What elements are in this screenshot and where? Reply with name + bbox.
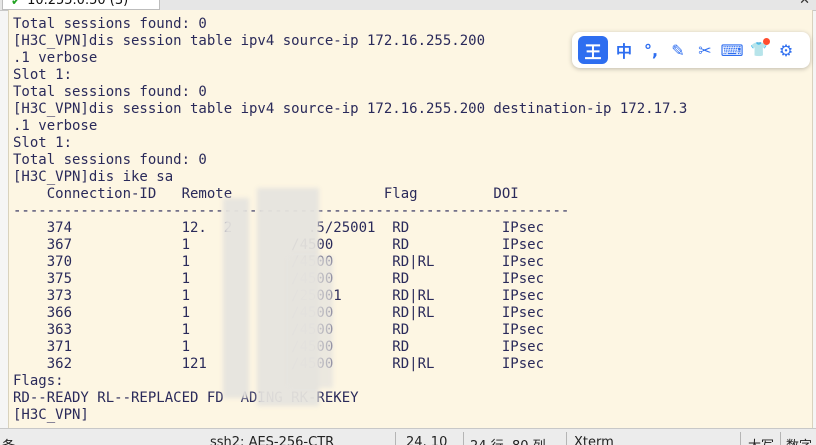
terminal-line: [H3C_VPN]dis ike sa <box>13 169 174 185</box>
session-tab-title: 10.255.0.50 (3) <box>27 0 129 8</box>
skin-icon[interactable]: 👕 <box>748 38 770 62</box>
session-tab[interactable]: ✔ 10.255.0.50 (3) <box>2 0 160 10</box>
close-icon[interactable]: ✕ <box>799 0 810 8</box>
terminal-output[interactable]: Total sessions found: 0 [H3C_VPN]dis ses… <box>8 10 813 428</box>
redaction-blur <box>223 198 249 398</box>
terminal-line: .1 verbose <box>13 50 98 66</box>
chinese-mode-button[interactable]: 中 <box>613 38 635 62</box>
terminal-line: Flags: <box>13 373 64 389</box>
ime-toolbar: 王 中 °, ✎ ✂ ⌨ 👕 ⚙ <box>572 32 810 68</box>
status-divider <box>566 432 567 445</box>
terminal-line: .1 verbose <box>13 118 98 134</box>
gear-icon[interactable]: ⚙ <box>775 38 797 62</box>
terminal-line: [H3C_VPN]dis session table ipv4 source-i… <box>13 101 688 117</box>
status-divider <box>740 432 741 445</box>
terminal-line: Slot 1: <box>13 135 73 151</box>
terminal-line: Total sessions found: 0 <box>13 84 207 100</box>
status-divider <box>463 432 464 445</box>
notification-dot <box>763 38 770 45</box>
terminal-text: Total sessions found: 0 [H3C_VPN]dis ses… <box>9 10 812 424</box>
connected-check-icon: ✔ <box>11 0 22 8</box>
status-divider <box>780 432 781 445</box>
terminal-line: Total sessions found: 0 <box>13 152 207 168</box>
punctuation-button[interactable]: °, <box>640 38 662 62</box>
keyboard-icon[interactable]: ⌨ <box>720 38 743 62</box>
redaction-blur <box>289 256 333 388</box>
terminal-line: Slot 1: <box>13 67 73 83</box>
status-bar: 备 ssh2: AES-256-CTR 24, 10 24 行, 80 列 Xt… <box>0 428 816 445</box>
status-divider <box>395 432 396 445</box>
terminal-line: [H3C_VPN] <box>13 407 89 423</box>
pen-icon[interactable]: ✎ <box>667 38 689 62</box>
scissors-icon[interactable]: ✂ <box>694 38 716 62</box>
ime-logo-icon[interactable]: 王 <box>578 36 608 64</box>
terminal-line: Total sessions found: 0 <box>13 16 207 32</box>
terminal-line: [H3C_VPN]dis session table ipv4 source-i… <box>13 33 486 49</box>
